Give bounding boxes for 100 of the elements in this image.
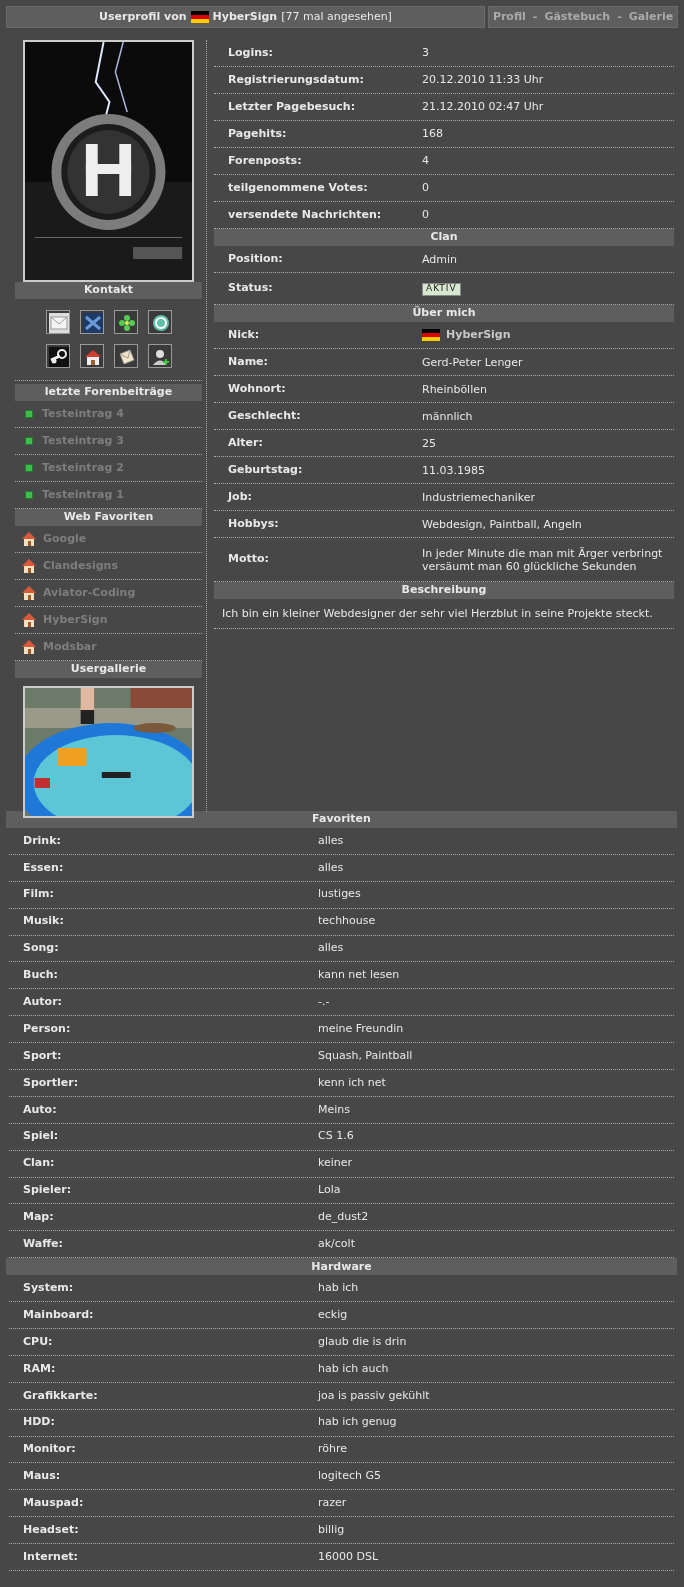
field-label: Monitor: (22, 1441, 77, 1458)
field-label: versendete Nachrichten: (227, 206, 383, 223)
field-value: Lola (318, 1182, 342, 1199)
field-label: Essen: (22, 859, 65, 876)
house-icon (21, 639, 37, 655)
field-label: Drink: (22, 832, 62, 849)
field-label: Sportler: (22, 1074, 80, 1091)
field-label: Headset: (22, 1521, 80, 1538)
field-value: 21.12.2010 02:47 Uhr (422, 98, 545, 115)
field-value: techhouse (318, 913, 377, 930)
field-label: Status: (227, 280, 274, 297)
field-label: System: (22, 1279, 75, 1296)
section-header: Hardware (6, 1258, 677, 1276)
field-value: röhre (318, 1441, 349, 1458)
field-value: männlich (422, 409, 474, 423)
field-label: HDD: (22, 1414, 56, 1431)
field-value: 3 (422, 44, 430, 61)
field-label: RAM: (22, 1360, 57, 1377)
field-value: hab ich auch (318, 1360, 390, 1377)
house-icon (21, 612, 37, 628)
section-header: Kontakt (15, 282, 202, 299)
separator-text: - (617, 8, 622, 25)
field-value: eckig (318, 1306, 349, 1323)
field-label: Spiel: (22, 1128, 60, 1145)
view-count: [77 mal angesehen] (281, 8, 392, 25)
field-label: Song: (22, 940, 60, 957)
field-value: ak/colt (318, 1236, 356, 1253)
field-label: Letzter Pagebesuch: (227, 98, 357, 115)
field-label: Geburtstag: (227, 461, 304, 478)
section-header: Web Favoriten (15, 509, 202, 526)
field-value: Squash, Paintball (318, 1047, 414, 1064)
field-label: Geschlecht: (227, 407, 302, 424)
bullet-icon (25, 410, 33, 418)
field-label: Registrierungsdatum: (227, 71, 365, 88)
piston-icon[interactable] (46, 345, 71, 369)
field-label: Alter: (227, 434, 264, 451)
x-shape-icon[interactable] (80, 311, 105, 335)
username-link[interactable]: HyberSign (212, 8, 278, 26)
field-value: 20.12.2010 11:33 Uhr (422, 71, 545, 88)
field-label: Sport: (22, 1047, 63, 1064)
field-value: meine Freundin (318, 1020, 405, 1037)
separator-text: - (532, 8, 538, 25)
nav-link[interactable]: Profil (492, 8, 526, 26)
house-icon (21, 558, 37, 574)
field-value: Gerd-Peter Lenger (422, 355, 524, 369)
field-value: alles (318, 832, 345, 849)
description-text: Ich bin ein kleiner Webdesigner der sehr viel Herzblut in seine Projekte steckt. (222, 607, 654, 620)
field-label: Name: (227, 353, 269, 370)
field-label: Nick: (227, 326, 261, 343)
bullet-icon (25, 491, 33, 499)
flag-icon (190, 11, 209, 23)
field-value: keiner (318, 1155, 354, 1172)
field-value: 4 (422, 152, 430, 169)
envelope-icon[interactable] (46, 311, 71, 335)
field-value: Meins (318, 1101, 352, 1118)
field-value: kann net lesen (318, 967, 401, 984)
field-value: razer (318, 1495, 348, 1512)
field-value: 0 (422, 206, 430, 223)
house-icon (21, 585, 37, 601)
field-value: hab ich genug (318, 1414, 398, 1431)
flag-icon (422, 329, 440, 341)
nav-link[interactable]: Galerie (628, 8, 674, 26)
field-value: Admin (422, 252, 459, 266)
section-header: letzte Forenbeiträge (15, 384, 202, 401)
field-label: Auto: (22, 1101, 58, 1118)
field-value: hab ich (318, 1279, 360, 1296)
field-value: Webdesign, Paintball, Angeln (422, 517, 583, 531)
field-value: joa is passiv gekühlt (318, 1387, 431, 1404)
field-label: CPU: (22, 1333, 54, 1350)
field-value: alles (318, 940, 345, 957)
field-label: Forenposts: (227, 152, 303, 169)
house-icon (21, 531, 37, 547)
field-label: Job: (226, 488, 253, 505)
field-label: Spieler: (22, 1182, 73, 1199)
field-label: Logins: (227, 44, 274, 61)
field-value: billig (318, 1521, 346, 1538)
username-link[interactable]: HyberSign (446, 326, 511, 344)
field-label: Waffe: (22, 1236, 64, 1253)
section-header: Clan (214, 229, 674, 246)
field-value: lustiges (318, 886, 362, 903)
field-label: Wohnort: (227, 380, 287, 397)
field-value: 11.03.1985 (422, 463, 486, 477)
field-label: Internet: (22, 1548, 80, 1565)
section-header: Über mich (214, 305, 674, 322)
field-label: Position: (227, 250, 284, 267)
nav-link[interactable]: Gästebuch (544, 8, 611, 26)
field-value: glaub die is drin (318, 1333, 408, 1350)
field-label: Hobbys: (227, 515, 280, 532)
field-value: In jeder Minute die man mit Ärger verbringt versäumt man 60 glückliche Sekunden (422, 546, 664, 573)
field-label: Film: (22, 886, 55, 903)
field-value: logitech G5 (318, 1468, 382, 1485)
field-value: 0 (422, 179, 430, 196)
field-value: alles (318, 859, 345, 876)
section-header: Beschreibung (214, 582, 674, 599)
field-label: Motto: (227, 551, 270, 568)
field-label: Grafikkarte: (22, 1387, 99, 1404)
status-badge: AKTIV (422, 282, 461, 296)
field-label: teilgenommene Votes: (227, 179, 369, 196)
field-value: -.- (318, 994, 331, 1011)
title-text: Userprofil von (99, 8, 187, 25)
